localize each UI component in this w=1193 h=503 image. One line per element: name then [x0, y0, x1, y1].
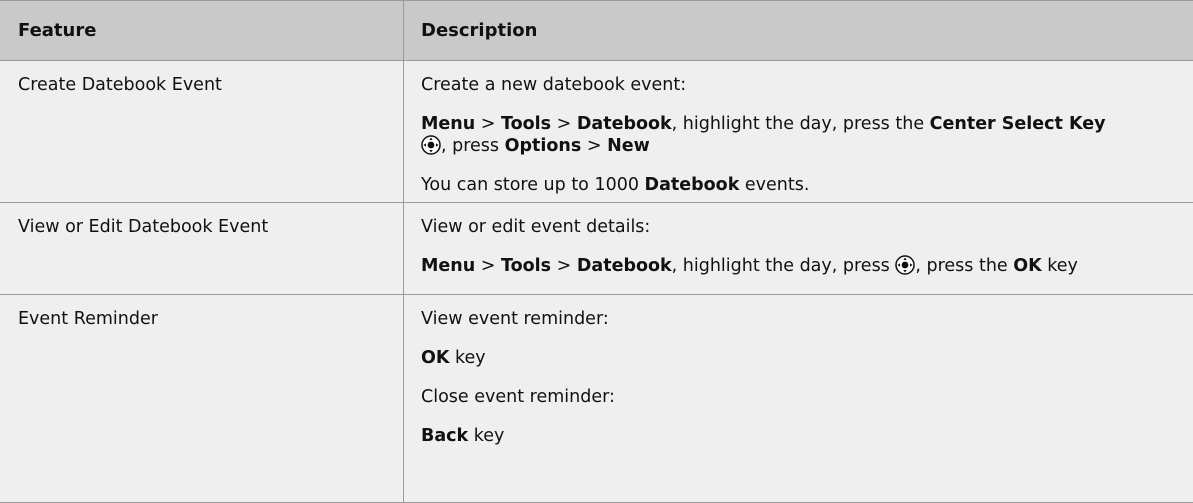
back-label: Back [421, 426, 469, 446]
new-label: New [607, 136, 650, 156]
header-feature: Feature [0, 1, 404, 60]
path-separator: > [551, 256, 577, 276]
datebook-label: Datebook [576, 256, 672, 276]
path-separator: > [475, 114, 501, 134]
path-separator: > [581, 136, 608, 156]
menu-path: Menu > Tools > Datebook, highlight the d… [421, 255, 1193, 277]
table-row: Create Datebook Event Create a new dateb… [0, 61, 1193, 203]
header-description: Description [421, 20, 538, 41]
key-text: key [449, 348, 486, 368]
path-text: , highlight the day, press the [671, 114, 930, 134]
path-text: , highlight the day, press [671, 256, 896, 276]
ok-label: OK [421, 348, 450, 368]
path-text: , press the [915, 256, 1014, 276]
feature-cell: Event Reminder [0, 295, 404, 502]
center-select-key-icon [421, 135, 441, 155]
close-reminder-key: Back key [421, 425, 1193, 447]
description-cell: Create a new datebook event: Menu > Tool… [404, 61, 1193, 202]
path-separator: > [551, 114, 577, 134]
description-cell: View event reminder: OK key Close event … [404, 295, 1193, 502]
menu-label: Menu [421, 256, 476, 276]
feature-cell: Create Datebook Event [0, 61, 404, 202]
path-text: key [1041, 256, 1078, 276]
storage-note: You can store up to 1000 Datebook events… [421, 174, 1193, 196]
path-separator: > [475, 256, 501, 276]
description-intro: Create a new datebook event: [421, 75, 687, 95]
key-text: key [468, 426, 505, 446]
close-reminder-intro: Close event reminder: [421, 387, 615, 407]
menu-path: Menu > Tools > Datebook, highlight the d… [421, 113, 1193, 157]
view-reminder-intro: View event reminder: [421, 309, 609, 329]
tools-label: Tools [501, 114, 552, 134]
description-intro: View or edit event details: [421, 217, 651, 237]
note-bold: Datebook [644, 175, 740, 195]
feature-table: Feature Description Create Datebook Even… [0, 0, 1193, 503]
note-text: You can store up to 1000 [421, 175, 645, 195]
center-select-key-icon [895, 255, 916, 275]
datebook-label: Datebook [576, 114, 672, 134]
description-cell: View or edit event details: Menu > Tools… [404, 203, 1193, 294]
menu-label: Menu [421, 114, 476, 134]
view-reminder-key: OK key [421, 347, 1193, 369]
ok-label: OK [1013, 256, 1042, 276]
tools-label: Tools [501, 256, 552, 276]
table-header: Feature Description [0, 1, 1193, 61]
path-text: , press [441, 136, 505, 156]
options-label: Options [504, 136, 582, 156]
note-text: events. [739, 175, 810, 195]
feature-cell: View or Edit Datebook Event [0, 203, 404, 294]
center-select-key-label: Center Select Key [929, 114, 1106, 134]
table-row: Event Reminder View event reminder: OK k… [0, 295, 1193, 503]
table-row: View or Edit Datebook Event View or edit… [0, 203, 1193, 295]
